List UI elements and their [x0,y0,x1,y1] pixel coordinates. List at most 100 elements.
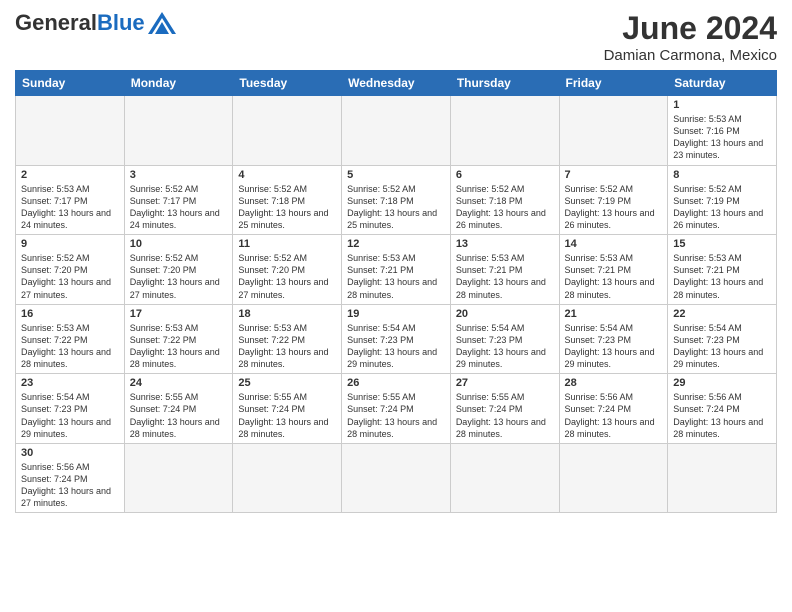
calendar-cell-1-6: 8Sunrise: 5:52 AM Sunset: 7:19 PM Daylig… [668,165,777,235]
day-info: Sunrise: 5:53 AM Sunset: 7:22 PM Dayligh… [21,322,119,371]
logo-area: General Blue [15,10,176,36]
day-number: 20 [456,308,554,320]
day-info: Sunrise: 5:54 AM Sunset: 7:23 PM Dayligh… [21,391,119,440]
day-info: Sunrise: 5:55 AM Sunset: 7:24 PM Dayligh… [238,391,336,440]
day-info: Sunrise: 5:52 AM Sunset: 7:19 PM Dayligh… [565,183,663,232]
day-number: 19 [347,308,445,320]
calendar-cell-0-5 [559,96,668,166]
subtitle: Damian Carmona, Mexico [604,47,777,64]
calendar-cell-4-4: 27Sunrise: 5:55 AM Sunset: 7:24 PM Dayli… [450,374,559,444]
day-info: Sunrise: 5:53 AM Sunset: 7:21 PM Dayligh… [565,252,663,301]
day-number: 4 [238,169,336,181]
day-number: 1 [673,99,771,111]
title-area: June 2024 Damian Carmona, Mexico [604,10,777,64]
day-number: 12 [347,238,445,250]
day-info: Sunrise: 5:53 AM Sunset: 7:22 PM Dayligh… [238,322,336,371]
day-info: Sunrise: 5:52 AM Sunset: 7:18 PM Dayligh… [238,183,336,232]
logo-general-text: General [15,10,97,36]
calendar-cell-0-6: 1 Sunrise: 5:53 AM Sunset: 7:16 PM Daylig… [668,96,777,166]
day-number: 10 [130,238,228,250]
day-number: 21 [565,308,663,320]
day-number: 15 [673,238,771,250]
calendar-cell-3-0: 16 Sunrise: 5:53 AM Sunset: 7:22 PM Dayli… [16,304,125,374]
calendar-cell-2-1: 10Sunrise: 5:52 AM Sunset: 7:20 PM Dayli… [124,235,233,305]
calendar-cell-4-6: 29Sunrise: 5:56 AM Sunset: 7:24 PM Dayli… [668,374,777,444]
calendar-cell-5-3 [342,443,451,513]
calendar-cell-1-3: 5Sunrise: 5:52 AM Sunset: 7:18 PM Daylig… [342,165,451,235]
day-number: 24 [130,377,228,389]
calendar-cell-0-3 [342,96,451,166]
calendar-cell-0-4 [450,96,559,166]
calendar-cell-4-0: 23 Sunrise: 5:54 AM Sunset: 7:23 PM Dayli… [16,374,125,444]
calendar-cell-2-6: 15Sunrise: 5:53 AM Sunset: 7:21 PM Dayli… [668,235,777,305]
calendar-cell-5-6 [668,443,777,513]
calendar-cell-1-5: 7 Sunrise: 5:52 AM Sunset: 7:19 PM Daylig… [559,165,668,235]
day-info: Sunrise: 5:56 AM Sunset: 7:24 PM Dayligh… [565,391,663,440]
day-info: Sunrise: 5:52 AM Sunset: 7:17 PM Dayligh… [130,183,228,232]
calendar-cell-5-0: 30 Sunrise: 5:56 AM Sunset: 7:24 PM Dayli… [16,443,125,513]
day-info: Sunrise: 5:53 AM Sunset: 7:16 PM Dayligh… [673,113,771,162]
col-thursday: Thursday [450,71,559,96]
day-info: Sunrise: 5:53 AM Sunset: 7:22 PM Dayligh… [130,322,228,371]
calendar-cell-3-3: 19 Sunrise: 5:54 AM Sunset: 7:23 PM Dayli… [342,304,451,374]
day-info: Sunrise: 5:52 AM Sunset: 7:18 PM Dayligh… [347,183,445,232]
day-number: 6 [456,169,554,181]
day-number: 26 [347,377,445,389]
calendar-week-5: 30 Sunrise: 5:56 AM Sunset: 7:24 PM Dayli… [16,443,777,513]
day-number: 25 [238,377,336,389]
day-number: 8 [673,169,771,181]
day-info: Sunrise: 5:56 AM Sunset: 7:24 PM Dayligh… [21,461,119,510]
day-info: Sunrise: 5:53 AM Sunset: 7:21 PM Dayligh… [456,252,554,301]
calendar-page: General Blue June 2024 Damian Carmona, M… [0,0,792,612]
day-number: 7 [565,169,663,181]
day-info: Sunrise: 5:54 AM Sunset: 7:23 PM Dayligh… [565,322,663,371]
calendar-cell-2-0: 9Sunrise: 5:52 AM Sunset: 7:20 PM Daylig… [16,235,125,305]
day-info: Sunrise: 5:55 AM Sunset: 7:24 PM Dayligh… [347,391,445,440]
logo-blue-text: Blue [97,10,145,36]
calendar-week-3: 16 Sunrise: 5:53 AM Sunset: 7:22 PM Dayli… [16,304,777,374]
calendar-cell-4-5: 28 Sunrise: 5:56 AM Sunset: 7:24 PM Dayli… [559,374,668,444]
calendar-cell-0-1 [124,96,233,166]
calendar-cell-0-0 [16,96,125,166]
calendar-cell-2-2: 11Sunrise: 5:52 AM Sunset: 7:20 PM Dayli… [233,235,342,305]
calendar-cell-2-4: 13Sunrise: 5:53 AM Sunset: 7:21 PM Dayli… [450,235,559,305]
day-number: 11 [238,238,336,250]
day-number: 23 [21,377,119,389]
day-info: Sunrise: 5:55 AM Sunset: 7:24 PM Dayligh… [130,391,228,440]
day-info: Sunrise: 5:53 AM Sunset: 7:21 PM Dayligh… [347,252,445,301]
day-number: 17 [130,308,228,320]
day-number: 16 [21,308,119,320]
calendar-cell-2-3: 12 Sunrise: 5:53 AM Sunset: 7:21 PM Dayli… [342,235,451,305]
month-title: June 2024 [604,10,777,47]
calendar-cell-0-2 [233,96,342,166]
day-number: 9 [21,238,119,250]
calendar-cell-3-4: 20Sunrise: 5:54 AM Sunset: 7:23 PM Dayli… [450,304,559,374]
day-number: 3 [130,169,228,181]
calendar-cell-3-6: 22Sunrise: 5:54 AM Sunset: 7:23 PM Dayli… [668,304,777,374]
col-monday: Monday [124,71,233,96]
header-row: Sunday Monday Tuesday Wednesday Thursday… [16,71,777,96]
day-info: Sunrise: 5:54 AM Sunset: 7:23 PM Dayligh… [347,322,445,371]
day-info: Sunrise: 5:53 AM Sunset: 7:17 PM Dayligh… [21,183,119,232]
calendar-cell-1-0: 2 Sunrise: 5:53 AM Sunset: 7:17 PM Daylig… [16,165,125,235]
col-sunday: Sunday [16,71,125,96]
day-number: 29 [673,377,771,389]
day-number: 28 [565,377,663,389]
calendar-table: Sunday Monday Tuesday Wednesday Thursday… [15,70,777,513]
calendar-cell-1-1: 3 Sunrise: 5:52 AM Sunset: 7:17 PM Daylig… [124,165,233,235]
day-number: 30 [21,447,119,459]
calendar-cell-5-5 [559,443,668,513]
calendar-week-0: 1 Sunrise: 5:53 AM Sunset: 7:16 PM Daylig… [16,96,777,166]
calendar-week-4: 23 Sunrise: 5:54 AM Sunset: 7:23 PM Dayli… [16,374,777,444]
day-number: 2 [21,169,119,181]
day-number: 18 [238,308,336,320]
day-number: 27 [456,377,554,389]
col-friday: Friday [559,71,668,96]
calendar-cell-3-2: 18 Sunrise: 5:53 AM Sunset: 7:22 PM Dayli… [233,304,342,374]
calendar-cell-5-1 [124,443,233,513]
col-wednesday: Wednesday [342,71,451,96]
col-tuesday: Tuesday [233,71,342,96]
calendar-cell-3-1: 17 Sunrise: 5:53 AM Sunset: 7:22 PM Dayli… [124,304,233,374]
calendar-cell-4-3: 26 Sunrise: 5:55 AM Sunset: 7:24 PM Dayli… [342,374,451,444]
calendar-header: Sunday Monday Tuesday Wednesday Thursday… [16,71,777,96]
